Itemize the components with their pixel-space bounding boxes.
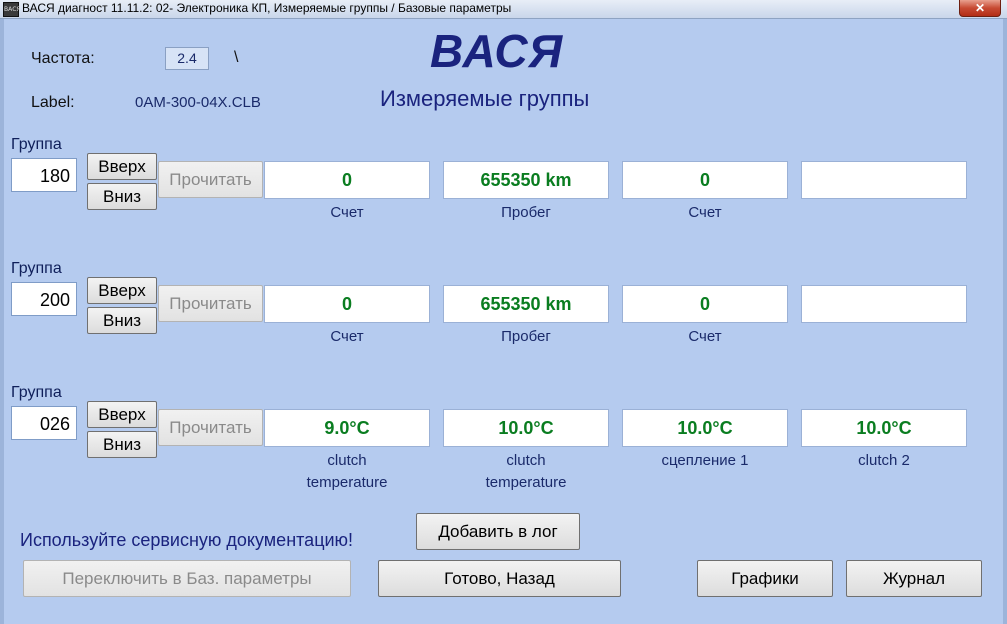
app-icon: ВАСЯ — [3, 2, 21, 17]
window-border-left — [0, 19, 4, 624]
measure-value-field: 0 — [264, 285, 430, 323]
frequency-value: 2.4 — [165, 47, 209, 70]
service-doc-warning: Используйте сервисную документацию! — [20, 530, 354, 550]
page-subtitle: Измеряемые группы — [380, 86, 590, 111]
add-to-log-button[interactable]: Добавить в лог — [416, 513, 580, 550]
measure-value-field: 655350 km — [443, 161, 609, 199]
measure-caption: clutch temperature — [306, 452, 388, 491]
group-read-button[interactable]: Прочитать — [158, 409, 263, 446]
group-number-input[interactable]: 180 — [11, 158, 77, 192]
group-down-button[interactable]: Вниз — [87, 307, 157, 334]
measure-caption: Пробег — [501, 328, 551, 345]
measure-value-field: 9.0°C — [264, 409, 430, 447]
measure-value-field: 0 — [622, 161, 788, 199]
group-number-input[interactable]: 200 — [11, 282, 77, 316]
label-file-value: 0AM-300-04X.CLB — [135, 94, 261, 111]
measure-value-field — [801, 161, 967, 199]
measure-value-field: 10.0°C — [622, 409, 788, 447]
group-number-input[interactable]: 026 — [11, 406, 77, 440]
measure-caption: clutch 2 — [858, 452, 910, 469]
group-read-button[interactable]: Прочитать — [158, 161, 263, 198]
journal-button[interactable]: Журнал — [846, 560, 982, 597]
graphs-button[interactable]: Графики — [697, 560, 833, 597]
measure-value-field: 655350 km — [443, 285, 609, 323]
group-down-button[interactable]: Вниз — [87, 431, 157, 458]
group-read-button[interactable]: Прочитать — [158, 285, 263, 322]
measure-caption: Счет — [688, 328, 722, 345]
group-up-button[interactable]: Вверх — [87, 277, 157, 304]
measure-value-field: 0 — [622, 285, 788, 323]
group-label: Группа — [11, 384, 62, 401]
measure-caption: сцепление 1 — [661, 452, 749, 469]
brand-logo-text: ВАСЯ — [430, 25, 564, 77]
close-button[interactable]: ✕ — [959, 0, 1001, 17]
measure-caption: Счет — [330, 204, 364, 221]
measure-caption: Пробег — [501, 204, 551, 221]
title-bar: ВАСЯ ВАСЯ диагност 11.11.2: 02- Электрон… — [0, 0, 1007, 19]
measure-caption: clutch temperature — [485, 452, 567, 491]
measure-caption: Счет — [330, 328, 364, 345]
frequency-label: Частота: — [31, 50, 95, 67]
group-down-button[interactable]: Вниз — [87, 183, 157, 210]
window-title: ВАСЯ диагност 11.11.2: 02- Электроника К… — [22, 1, 512, 15]
measure-value-field: 0 — [264, 161, 430, 199]
group-up-button[interactable]: Вверх — [87, 401, 157, 428]
measure-value-field: 10.0°C — [443, 409, 609, 447]
done-back-button[interactable]: Готово, Назад — [378, 560, 621, 597]
measure-value-field: 10.0°C — [801, 409, 967, 447]
group-label: Группа — [11, 260, 62, 277]
activity-spinner: \ — [234, 49, 239, 66]
label-caption: Label: — [31, 94, 75, 111]
measure-value-field — [801, 285, 967, 323]
switch-basic-params-button[interactable]: Переключить в Баз. параметры — [23, 560, 351, 597]
group-label: Группа — [11, 136, 62, 153]
window-border-right — [1003, 19, 1007, 624]
group-up-button[interactable]: Вверх — [87, 153, 157, 180]
measure-caption: Счет — [688, 204, 722, 221]
